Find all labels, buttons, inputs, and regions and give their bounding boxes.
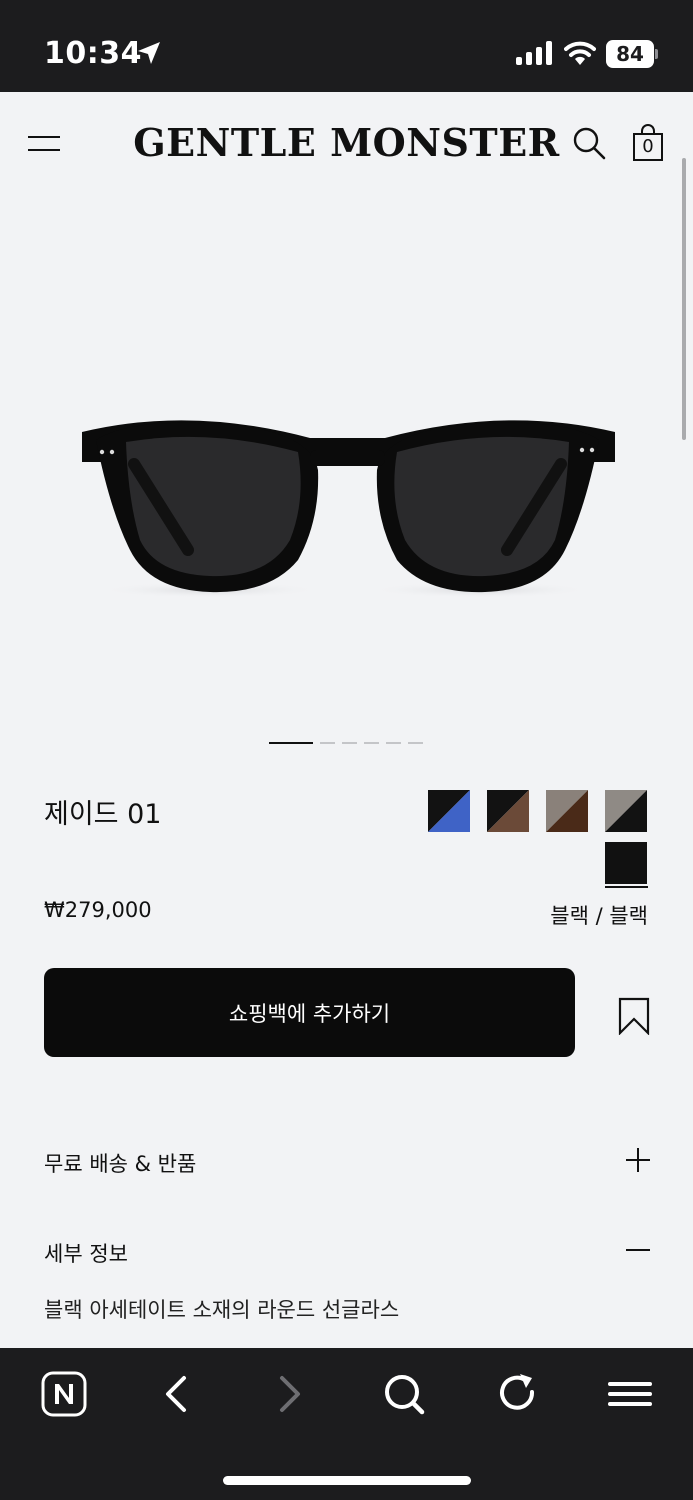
- swatch-graphic: [605, 842, 647, 884]
- shopping-bag-button[interactable]: 0: [632, 124, 664, 162]
- details-description: 블랙 아세테이트 소재의 라운드 선글라스: [44, 1298, 400, 1322]
- swatch-color-a: [605, 842, 647, 884]
- color-swatch-black-brown[interactable]: [487, 790, 529, 832]
- bag-count: 0: [642, 136, 654, 157]
- forward-arrow-icon[interactable]: [266, 1370, 314, 1418]
- location-arrow-icon: [138, 42, 160, 64]
- bookmark-icon[interactable]: [618, 997, 650, 1035]
- minus-icon[interactable]: [626, 1238, 650, 1262]
- carousel-dot[interactable]: [320, 742, 335, 744]
- product-image[interactable]: [70, 400, 625, 610]
- color-swatch-grey-brown[interactable]: [546, 790, 588, 832]
- details-accordion[interactable]: 세부 정보: [44, 1238, 650, 1266]
- cellular-signal-icon: [516, 41, 552, 65]
- selected-color-name: 블랙 / 블랙: [550, 904, 648, 928]
- carousel-indicator[interactable]: [269, 742, 423, 744]
- naver-home-icon[interactable]: [40, 1370, 88, 1418]
- product-name: 제이드 01: [44, 799, 162, 830]
- site-header: GENTLE MONSTER 0: [0, 92, 693, 196]
- battery-icon: 84: [606, 40, 658, 68]
- battery-level: 84: [616, 42, 644, 66]
- carousel-dot[interactable]: [386, 742, 401, 744]
- color-swatch-grey-black[interactable]: [605, 790, 647, 832]
- add-to-bag-button[interactable]: 쇼핑백에 추가하기: [44, 968, 575, 1057]
- swatch-graphic: [487, 790, 529, 832]
- plus-icon[interactable]: [626, 1148, 650, 1172]
- swatch-selected-underline: [605, 886, 648, 888]
- swatch-graphic: [428, 790, 470, 832]
- color-swatch-black-black-selected[interactable]: [605, 842, 647, 884]
- menu-icon[interactable]: [606, 1370, 654, 1418]
- product-price: ₩279,000: [44, 898, 152, 922]
- carousel-dot[interactable]: [342, 742, 357, 744]
- wifi-icon: [564, 41, 596, 65]
- color-swatch-black-blue[interactable]: [428, 790, 470, 832]
- status-bar: 10:34 84: [0, 0, 693, 92]
- back-arrow-icon[interactable]: [152, 1370, 200, 1418]
- swatch-graphic: [605, 790, 647, 832]
- carousel-dot[interactable]: [408, 742, 423, 744]
- shipping-returns-accordion[interactable]: 무료 배송 & 반품: [44, 1148, 650, 1176]
- search-icon[interactable]: [380, 1370, 428, 1418]
- shipping-returns-label: 무료 배송 & 반품: [44, 1152, 197, 1176]
- status-time: 10:34: [44, 36, 142, 71]
- carousel-dot[interactable]: [364, 742, 379, 744]
- home-indicator[interactable]: [223, 1476, 471, 1485]
- search-icon[interactable]: [572, 126, 606, 160]
- swatch-graphic: [546, 790, 588, 832]
- refresh-icon[interactable]: [494, 1370, 542, 1418]
- scroll-indicator[interactable]: [682, 158, 686, 440]
- details-label: 세부 정보: [44, 1242, 128, 1266]
- carousel-dot-active[interactable]: [269, 742, 313, 744]
